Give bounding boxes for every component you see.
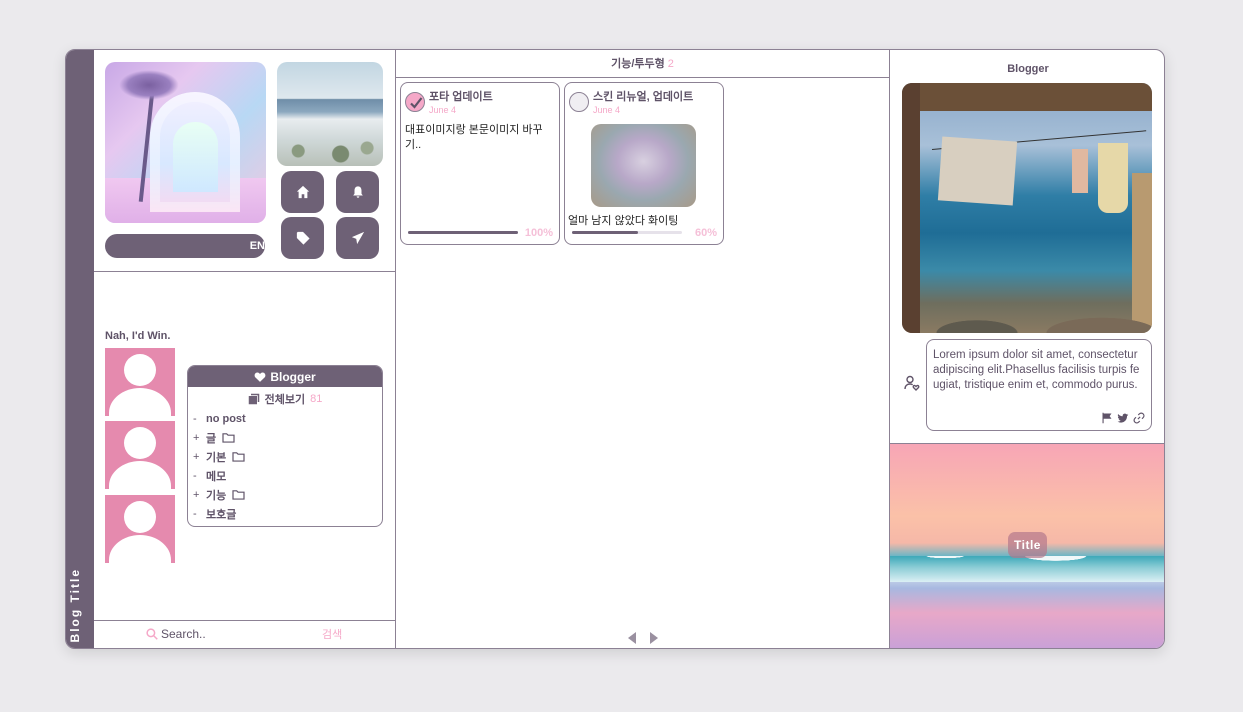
copy-icon xyxy=(248,393,259,405)
left-column: EN Nah, I'd Win. Blogger 전체보기 81 - no po… xyxy=(94,50,396,648)
todo-body: 얼마 남지 않았다 화이팅 xyxy=(568,215,679,227)
divider xyxy=(94,620,395,621)
about-box: Lorem ipsum dolor sit amet, consectetur … xyxy=(926,339,1152,431)
social-links xyxy=(1101,412,1145,424)
send-icon xyxy=(351,231,364,245)
user-heart-icon xyxy=(904,375,920,391)
search-icon xyxy=(146,628,158,640)
todo-header: 기능/투두형 2 xyxy=(396,50,889,78)
category-item[interactable]: - 메모 xyxy=(193,466,382,485)
category-header-label: Blogger xyxy=(270,369,316,384)
todo-card[interactable]: 포타 업데이트 June 4 대표이미지랑 본문이미지 바꾸기.. 100% xyxy=(400,82,560,245)
divider xyxy=(94,271,395,272)
category-all-count: 81 xyxy=(310,393,323,405)
avatar[interactable] xyxy=(105,421,175,489)
todo-count: 2 xyxy=(667,58,674,70)
send-button[interactable] xyxy=(336,217,379,259)
about-text: Lorem ipsum dolor sit amet, consectetur … xyxy=(933,349,1140,391)
progress-label: 60% xyxy=(694,227,717,239)
progress-label: 100% xyxy=(524,227,553,239)
search-button[interactable]: 검색 xyxy=(322,626,342,642)
blog-frame: Blog Title EN Nah, I'd Win. Blogger 전체보기… xyxy=(65,49,1165,649)
category-all-label: 전체보기 xyxy=(264,394,306,406)
tagline: Nah, I'd Win. xyxy=(105,330,171,342)
todo-title: 포타 업데이트 xyxy=(429,91,493,103)
header-image xyxy=(105,62,266,223)
category-list: - no post + 글 + 기본 - 메모 + 기능 - 보호글 xyxy=(188,409,382,523)
home-icon xyxy=(296,185,309,199)
todo-date: June 4 xyxy=(429,105,457,115)
bell-icon xyxy=(352,186,363,198)
notification-button[interactable] xyxy=(336,171,379,213)
progress-bar xyxy=(572,231,682,234)
category-label: 기능 xyxy=(206,489,227,502)
folder-icon xyxy=(232,490,245,500)
todo-header-label: 기능/투두형 xyxy=(611,58,665,70)
chevron-right-icon[interactable] xyxy=(649,632,659,644)
tag-button[interactable] xyxy=(281,217,324,259)
flag-icon[interactable] xyxy=(1101,412,1113,424)
search-input[interactable] xyxy=(161,627,271,641)
category-item[interactable]: - 보호글 xyxy=(193,504,382,523)
category-item[interactable]: - no post xyxy=(193,409,382,428)
twitter-icon[interactable] xyxy=(1117,412,1129,424)
blogger-header: Blogger xyxy=(1007,63,1049,75)
avatar[interactable] xyxy=(105,348,175,416)
todo-date: June 4 xyxy=(593,105,621,115)
category-item[interactable]: + 기본 xyxy=(193,447,382,466)
progress-fill xyxy=(572,231,638,234)
category-box: Blogger 전체보기 81 - no post + 글 + 기본 - 메모 + 기능 … xyxy=(187,365,383,527)
todo-card[interactable]: 스킨 리뉴얼, 업데이트 June 4 얼마 남지 않았다 화이팅 60% xyxy=(564,82,724,245)
home-button[interactable] xyxy=(281,171,324,213)
link-icon[interactable] xyxy=(1133,412,1145,424)
todo-thumbnail xyxy=(591,124,696,207)
category-label: 기본 xyxy=(206,451,227,464)
folder-icon xyxy=(232,452,245,462)
category-item[interactable]: + 기능 xyxy=(193,485,382,504)
todo-checkbox[interactable] xyxy=(405,92,425,112)
checkmark-icon xyxy=(410,97,423,109)
chevron-left-icon[interactable] xyxy=(627,632,637,644)
category-label: 메모 xyxy=(206,470,227,483)
right-column: Blogger Lorem ipsum dolor sit amet, cons… xyxy=(890,50,1164,648)
todo-column: 기능/투두형 2 포타 업데이트 June 4 대표이미지랑 본문이미지 바꾸기… xyxy=(396,50,890,648)
pager xyxy=(627,632,659,644)
search-bar xyxy=(146,627,271,641)
category-item[interactable]: + 글 xyxy=(193,428,382,447)
category-label: no post xyxy=(206,412,246,425)
folder-icon xyxy=(222,433,235,443)
banner-title[interactable]: Title xyxy=(1008,532,1047,558)
banner-image[interactable]: Title xyxy=(890,444,1164,648)
todo-body: 대표이미지랑 본문이미지 바꾸기.. xyxy=(405,124,543,151)
category-label: 글 xyxy=(206,432,217,445)
tag-icon xyxy=(296,231,310,245)
category-label: 보호글 xyxy=(206,508,237,521)
profile-photo xyxy=(902,83,1152,333)
blog-title[interactable]: Blog Title xyxy=(68,568,92,642)
progress-fill xyxy=(408,231,518,234)
todo-title: 스킨 리뉴얼, 업데이트 xyxy=(593,91,694,103)
avatar[interactable] xyxy=(105,495,175,563)
category-header[interactable]: Blogger xyxy=(188,366,382,387)
language-toggle[interactable]: EN xyxy=(105,234,265,258)
progress-bar xyxy=(408,231,518,234)
category-all[interactable]: 전체보기 81 xyxy=(188,391,382,407)
profile-image xyxy=(277,62,383,166)
todo-checkbox[interactable] xyxy=(569,92,589,112)
sidebar-spine: Blog Title xyxy=(66,50,94,648)
heart-icon xyxy=(254,372,266,382)
